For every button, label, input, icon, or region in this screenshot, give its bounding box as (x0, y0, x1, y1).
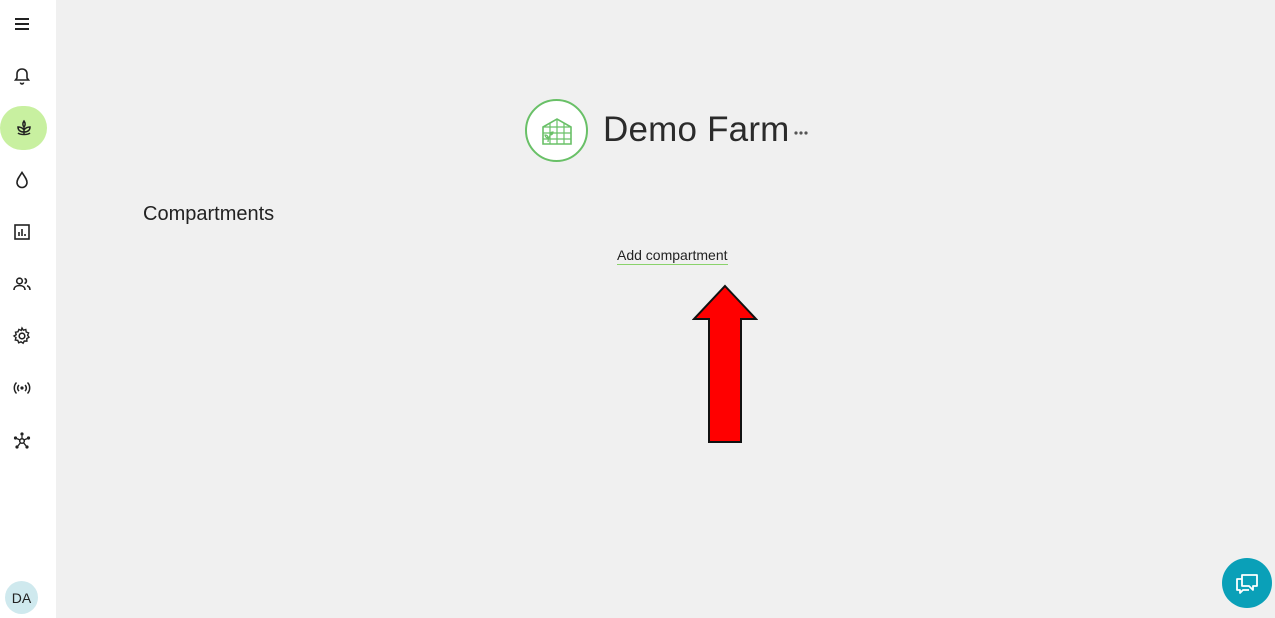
sidebar: DA (0, 0, 56, 618)
farm-logo (525, 99, 588, 162)
water-drop-icon (16, 171, 28, 189)
sidebar-item-settings[interactable] (0, 314, 44, 358)
more-horizontal-icon (794, 131, 808, 135)
sidebar-item-insights[interactable] (0, 210, 44, 254)
broadcast-icon (13, 381, 31, 395)
annotation-arrow (692, 284, 758, 443)
chart-icon (14, 224, 30, 240)
network-icon (13, 432, 31, 449)
avatar-initials: DA (11, 589, 32, 606)
gear-icon (12, 326, 31, 345)
farm-title: Demo Farm (603, 110, 790, 149)
main-content: Demo Farm Compartments Add compartment (56, 0, 1275, 618)
sidebar-item-integrations[interactable] (0, 419, 44, 463)
sprout-icon (16, 119, 31, 136)
bell-icon (13, 68, 31, 85)
compartments-heading: Compartments (143, 203, 275, 225)
chat-icon (1236, 574, 1258, 594)
sidebar-item-people[interactable] (0, 262, 44, 306)
user-avatar[interactable]: DA (5, 581, 38, 614)
sidebar-item-sensors[interactable] (0, 366, 44, 410)
add-compartment-link[interactable]: Add compartment (617, 247, 728, 265)
farm-more-button[interactable] (792, 124, 810, 142)
sidebar-item-farm[interactable] (0, 106, 47, 150)
menu-button[interactable] (0, 2, 44, 46)
menu-icon (15, 18, 29, 30)
chat-button[interactable] (1222, 558, 1272, 608)
people-icon (13, 277, 31, 291)
greenhouse-icon (541, 117, 572, 145)
sidebar-item-notifications[interactable] (0, 54, 44, 98)
sidebar-item-irrigation[interactable] (0, 158, 44, 202)
